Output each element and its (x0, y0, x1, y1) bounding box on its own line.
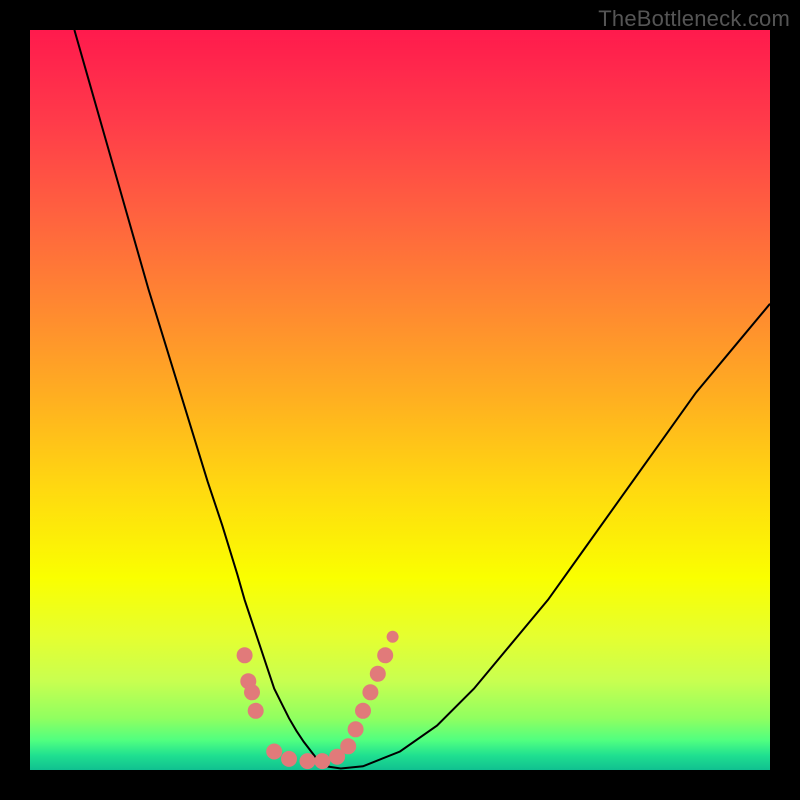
curve-marker (355, 703, 371, 719)
curve-marker (266, 744, 282, 760)
curve-marker (377, 647, 393, 663)
curve-marker (237, 647, 253, 663)
curve-marker (281, 751, 297, 767)
curve-marker (348, 721, 364, 737)
curve-marker (362, 684, 378, 700)
curve-marker (244, 684, 260, 700)
curve-marker (370, 666, 386, 682)
curve-marker (387, 631, 399, 643)
curve-marker (300, 753, 316, 769)
bottleneck-curve (74, 30, 770, 769)
chart-container: TheBottleneck.com (0, 0, 800, 800)
curve-marker (248, 703, 264, 719)
curve-marker (314, 753, 330, 769)
curve-marker (340, 738, 356, 754)
chart-overlay (30, 30, 770, 770)
watermark-text: TheBottleneck.com (598, 6, 790, 32)
